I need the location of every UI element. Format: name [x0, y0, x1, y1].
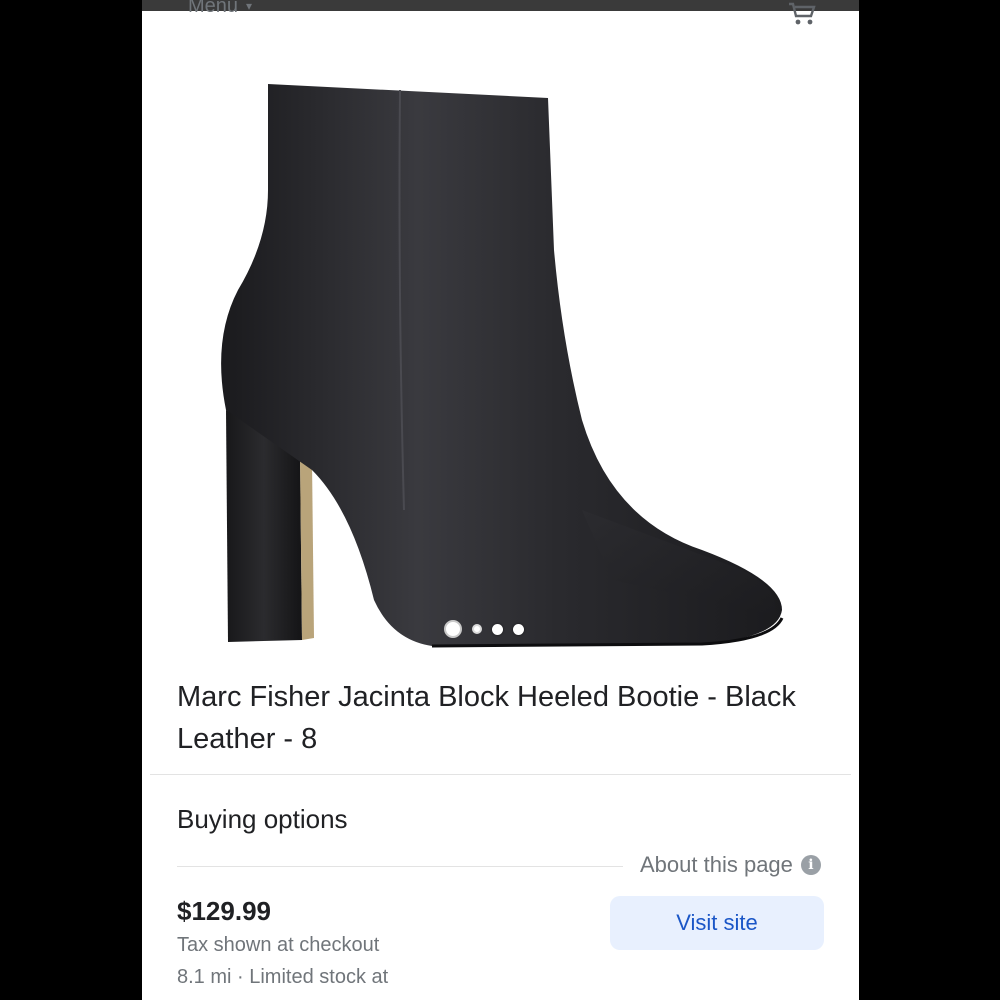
carousel-dot[interactable]	[513, 623, 524, 635]
product-title: Marc Fisher Jacinta Block Heeled Bootie …	[177, 681, 796, 755]
carousel-dot[interactable]	[492, 623, 503, 635]
about-this-page-link[interactable]: About this page i	[640, 852, 821, 878]
chevron-down-icon: ▾	[246, 0, 253, 13]
carousel-indicator	[444, 620, 524, 638]
cart-icon[interactable]	[787, 2, 817, 26]
phone-screen: Menu ▾ Marc Fisher Jacinta Block Heeled …	[142, 0, 859, 1000]
about-label: About this page	[640, 852, 793, 877]
info-icon: i	[800, 855, 821, 875]
tax-note: Tax shown at checkout	[177, 934, 380, 956]
stock-note: 8.1 mi · Limited stock at	[177, 966, 389, 988]
carousel-dot[interactable]	[472, 624, 482, 634]
buying-options-heading: Buying options	[177, 804, 348, 834]
menu-label: Menu	[188, 0, 239, 17]
divider	[177, 866, 623, 867]
product-image[interactable]	[142, 40, 859, 660]
carousel-dot[interactable]	[444, 620, 462, 638]
divider	[150, 774, 851, 775]
visit-site-button[interactable]: Visit site	[610, 896, 824, 950]
menu-button[interactable]: Menu ▾	[188, 0, 252, 16]
price: $129.99	[177, 896, 271, 926]
